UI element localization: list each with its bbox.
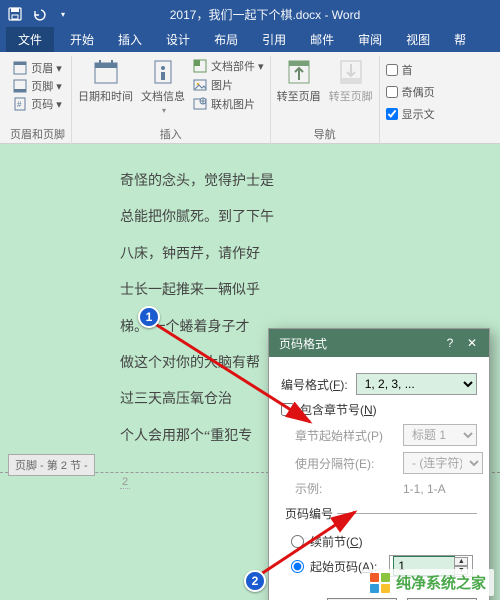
tab-layout[interactable]: 布局	[202, 27, 250, 52]
svg-text:#: #	[17, 100, 22, 109]
watermark: 纯净系统之家	[362, 569, 494, 596]
tab-design[interactable]: 设计	[154, 27, 202, 52]
example-value: 1-1, 1-A	[403, 482, 446, 496]
ribbon-options-group: 首 奇偶页 显示文	[380, 56, 441, 144]
number-format-label: 编号格式(F):	[281, 376, 348, 393]
pagenum-icon: #	[13, 97, 27, 111]
footer-section-label: 页脚 - 第 2 节 -	[8, 454, 95, 476]
separator-select: - (连字符)	[403, 452, 483, 474]
page-number-format-dialog: 页码格式 ? ✕ 编号格式(F): 1, 2, 3, ... 包含章节号(N) …	[268, 328, 490, 600]
show-doc-checkbox[interactable]: 显示文	[386, 106, 435, 122]
continue-radio[interactable]: 续前节(C)	[291, 533, 477, 550]
tab-start[interactable]: 开始	[58, 27, 106, 52]
watermark-text: 纯净系统之家	[396, 572, 486, 593]
footer-pagenum-field[interactable]: 2	[120, 476, 130, 489]
ribbon-group-label: 导航	[314, 126, 336, 144]
tab-mail[interactable]: 邮件	[298, 27, 346, 52]
example-label: 示例:	[295, 480, 395, 497]
onlinepic-button[interactable]: 联机图片	[193, 96, 255, 112]
separator-label: 使用分隔符(E):	[295, 455, 395, 472]
titlebar: ▾ 2017，我们一起下个棋.docx - Word	[0, 0, 500, 28]
ribbon-insert-group: 日期和时间 文档信息 文档部件 ▾ 图片 联机图片 插入	[72, 56, 271, 144]
goto-header-button[interactable]: 转至页眉	[277, 58, 321, 104]
dialog-help-icon[interactable]: ?	[439, 332, 461, 354]
calendar-icon	[92, 58, 120, 86]
datetime-button[interactable]: 日期和时间	[78, 58, 133, 104]
header-icon	[13, 61, 27, 75]
dialog-title: 页码格式	[279, 335, 327, 352]
footer-icon	[13, 79, 27, 93]
menu-tabs: 文件 开始 插入 设计 布局 引用 邮件 审阅 视图 帮	[0, 28, 500, 52]
ribbon-nav-group: 转至页眉 转至页脚 导航	[271, 56, 380, 144]
footer-section-tag: 页脚 - 第 2 节 -	[8, 454, 95, 476]
annotation-marker-2: 2	[244, 570, 266, 592]
number-format-select[interactable]: 1, 2, 3, ...	[356, 373, 477, 395]
tab-view[interactable]: 视图	[394, 27, 442, 52]
quickparts-button[interactable]: 文档部件 ▾	[193, 58, 264, 74]
ribbon: 页眉 ▾ 页脚 ▾ #页码 ▾ 页眉和页脚 日期和时间 文档信息 文档部件 ▾ …	[0, 52, 500, 144]
goto-footer-button[interactable]: 转至页脚	[329, 58, 373, 104]
spinner-up-icon[interactable]: ▲	[454, 557, 468, 566]
picture-icon	[193, 78, 207, 92]
header-button[interactable]: 页眉 ▾	[13, 60, 62, 76]
ribbon-headerfooter-group: 页眉 ▾ 页脚 ▾ #页码 ▾ 页眉和页脚	[4, 56, 72, 144]
chapter-style-label: 章节起始样式(P)	[295, 427, 395, 444]
page-numbering-legend: 页码编号	[281, 505, 337, 522]
save-icon[interactable]	[8, 7, 22, 21]
firstpage-diff-checkbox[interactable]: 首	[386, 62, 413, 78]
docinfo-button[interactable]: 文档信息	[141, 58, 185, 115]
ribbon-group-label: 插入	[160, 126, 182, 144]
tab-ref[interactable]: 引用	[250, 27, 298, 52]
docinfo-icon	[149, 58, 177, 86]
tab-help[interactable]: 帮	[442, 27, 478, 52]
picture-button[interactable]: 图片	[193, 77, 233, 93]
onlinepic-icon	[193, 97, 207, 111]
pagenum-button[interactable]: #页码 ▾	[13, 96, 62, 112]
footer-button[interactable]: 页脚 ▾	[13, 78, 62, 94]
include-chapter-checkbox[interactable]: 包含章节号(N)	[281, 401, 377, 418]
document-title: 2017，我们一起下个棋.docx - Word	[30, 6, 500, 23]
oddeven-checkbox[interactable]: 奇偶页	[386, 84, 435, 100]
dialog-close-icon[interactable]: ✕	[461, 332, 483, 354]
goto-footer-icon	[337, 58, 365, 86]
chapter-style-select: 标题 1	[403, 424, 477, 446]
ribbon-group-label: 页眉和页脚	[10, 126, 65, 144]
goto-header-icon	[285, 58, 313, 86]
tab-file[interactable]: 文件	[6, 27, 54, 52]
tab-insert[interactable]: 插入	[106, 27, 154, 52]
tab-review[interactable]: 审阅	[346, 27, 394, 52]
watermark-logo-icon	[370, 573, 390, 593]
annotation-marker-1: 1	[138, 306, 160, 328]
dialog-titlebar[interactable]: 页码格式 ? ✕	[269, 329, 489, 357]
document-area: 奇怪的念头，觉得护士是 总能把你腻死。到了下午 八床，钟西芹，请作好 士长一起推…	[0, 144, 500, 600]
quickparts-icon	[193, 59, 207, 73]
